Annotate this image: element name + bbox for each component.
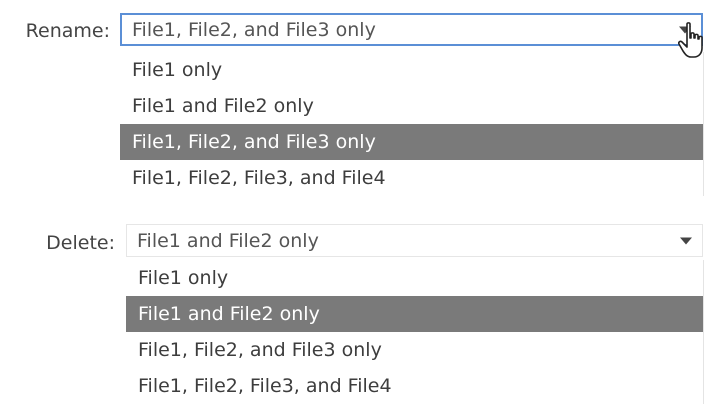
delete-option-file1-file2[interactable]: File1 and File2 only xyxy=(126,296,703,332)
delete-option-file1-file2-file3-file4[interactable]: File1, File2, File3, and File4 xyxy=(126,368,703,404)
rename-options-list: File1 only File1 and File2 only File1, F… xyxy=(120,52,704,196)
rename-option-file1-file2-file3[interactable]: File1, File2, and File3 only xyxy=(120,124,703,160)
rename-dropdown[interactable]: File1, File2, and File3 only xyxy=(120,13,703,46)
delete-label: Delete: xyxy=(46,232,115,254)
chevron-down-icon[interactable] xyxy=(680,237,692,244)
rename-option-file1-file2-file3-file4[interactable]: File1, File2, File3, and File4 xyxy=(120,160,703,196)
delete-selected-value: File1 and File2 only xyxy=(137,229,319,252)
rename-option-file1[interactable]: File1 only xyxy=(120,52,703,88)
rename-label: Rename: xyxy=(25,20,110,42)
rename-selected-value: File1, File2, and File3 only xyxy=(132,18,376,41)
delete-option-file1-file2-file3[interactable]: File1, File2, and File3 only xyxy=(126,332,703,368)
rename-option-file1-file2[interactable]: File1 and File2 only xyxy=(120,88,703,124)
delete-options-list: File1 only File1 and File2 only File1, F… xyxy=(126,260,704,404)
delete-dropdown[interactable]: File1 and File2 only xyxy=(126,224,703,257)
delete-option-file1[interactable]: File1 only xyxy=(126,260,703,296)
